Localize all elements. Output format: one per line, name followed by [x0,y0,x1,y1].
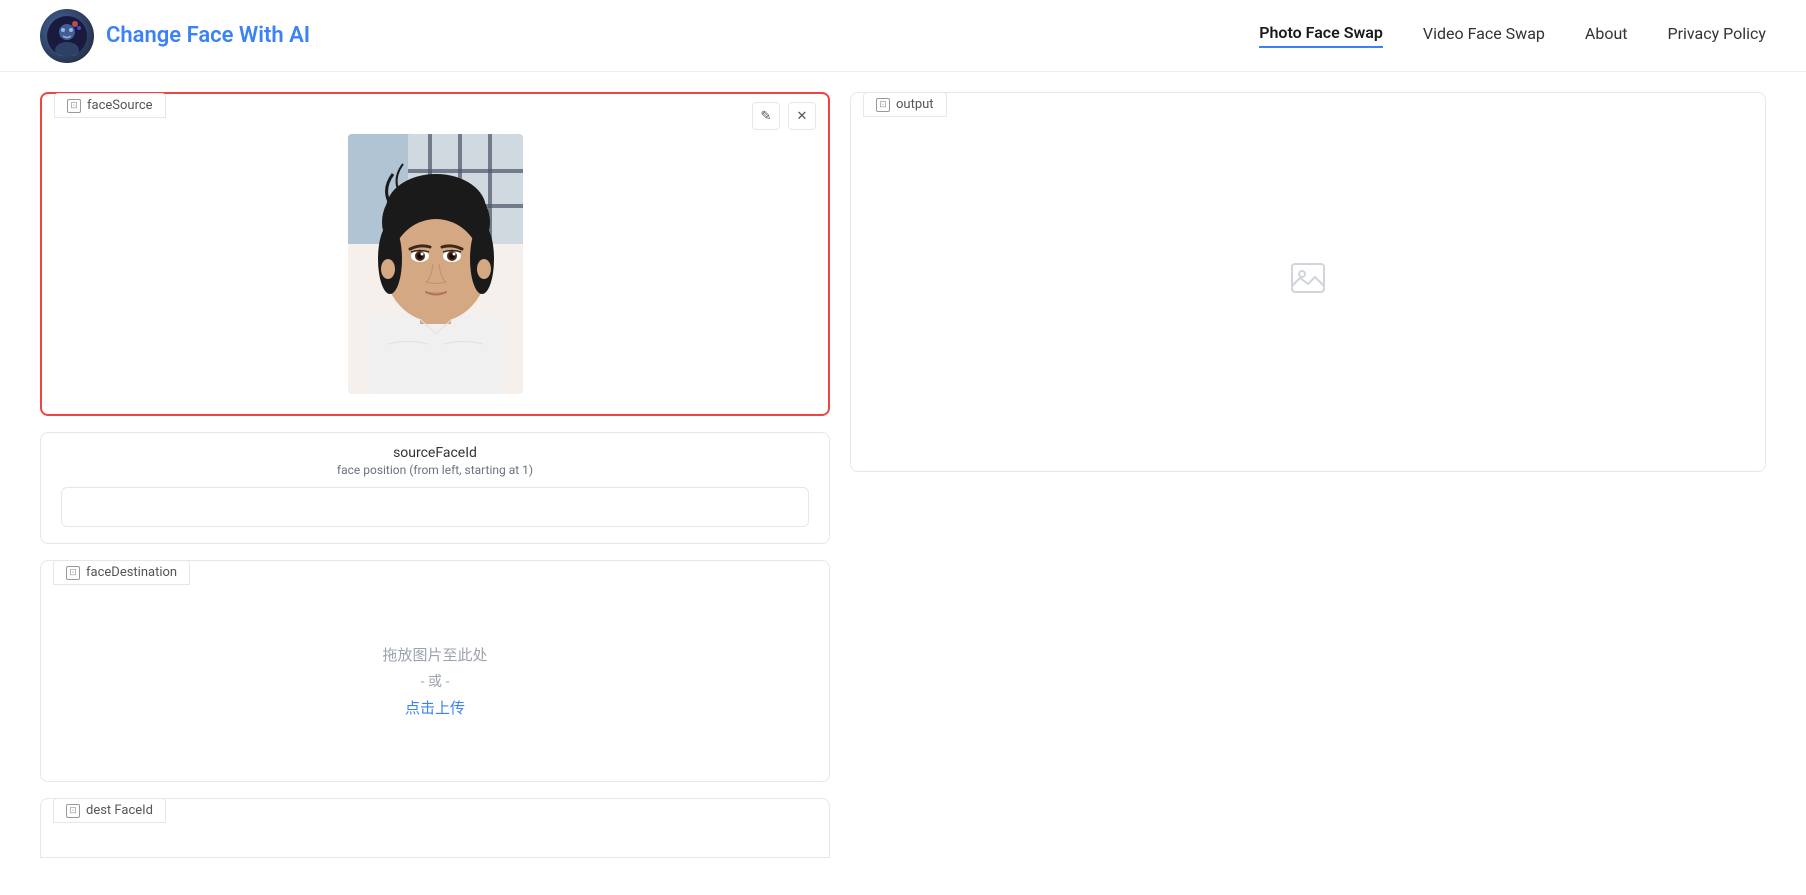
nav-photo-face-swap[interactable]: Photo Face Swap [1259,23,1383,48]
face-source-tab-icon: ⊡ [67,99,81,113]
navigation: Photo Face Swap Video Face Swap About Pr… [1259,23,1766,48]
upload-link[interactable]: 点击上传 [405,697,465,718]
source-face-id-section: sourceFaceId face position (from left, s… [40,432,830,544]
source-face-id-sublabel: face position (from left, starting at 1) [61,463,809,477]
header: Change Face With AI Photo Face Swap Vide… [0,0,1806,72]
face-source-content [42,94,828,414]
bottom-tab-label: dest FaceId [86,803,153,818]
logo-area: Change Face With AI [40,9,310,63]
face-destination-dropzone[interactable]: 拖放图片至此处 - 或 - 点击上传 [41,561,829,781]
bottom-hint-tab: ⊡ dest FaceId [53,798,166,823]
uploaded-face-image [348,134,523,394]
face-destination-tab: ⊡ faceDestination [53,560,190,585]
output-panel: ⊡ output [850,92,1766,472]
face-source-tab: ⊡ faceSource [54,93,166,118]
output-tab-label: output [896,97,934,112]
face-source-panel: ⊡ faceSource ✎ ✕ [40,92,830,416]
drop-text: 拖放图片至此处 [382,644,487,665]
close-button[interactable]: ✕ [788,102,816,130]
bottom-panel-hint: ⊡ dest FaceId [40,798,830,858]
drop-or-text: - 或 - [421,671,450,691]
main-layout: ⊡ faceSource ✎ ✕ [0,72,1806,895]
face-dest-tab-label: faceDestination [86,565,177,580]
logo-title[interactable]: Change Face With AI [106,23,310,48]
output-tab: ⊡ output [863,92,947,117]
face-dest-tab-icon: ⊡ [66,566,80,580]
nav-video-face-swap[interactable]: Video Face Swap [1423,24,1545,47]
face-destination-panel: ⊡ faceDestination 拖放图片至此处 - 或 - 点击上传 [40,560,830,782]
right-column: ⊡ output [850,92,1766,875]
output-placeholder-icon [1288,258,1328,306]
nav-privacy-policy[interactable]: Privacy Policy [1668,24,1767,47]
face-source-actions: ✎ ✕ [752,102,816,130]
edit-button[interactable]: ✎ [752,102,780,130]
face-source-tab-label: faceSource [87,98,153,113]
source-face-id-label: sourceFaceId [61,445,809,461]
left-column: ⊡ faceSource ✎ ✕ [40,92,830,875]
source-face-id-input[interactable] [61,487,809,527]
logo-icon [40,9,94,63]
bottom-tab-icon: ⊡ [66,804,80,818]
output-tab-icon: ⊡ [876,98,890,112]
nav-about[interactable]: About [1585,24,1628,47]
